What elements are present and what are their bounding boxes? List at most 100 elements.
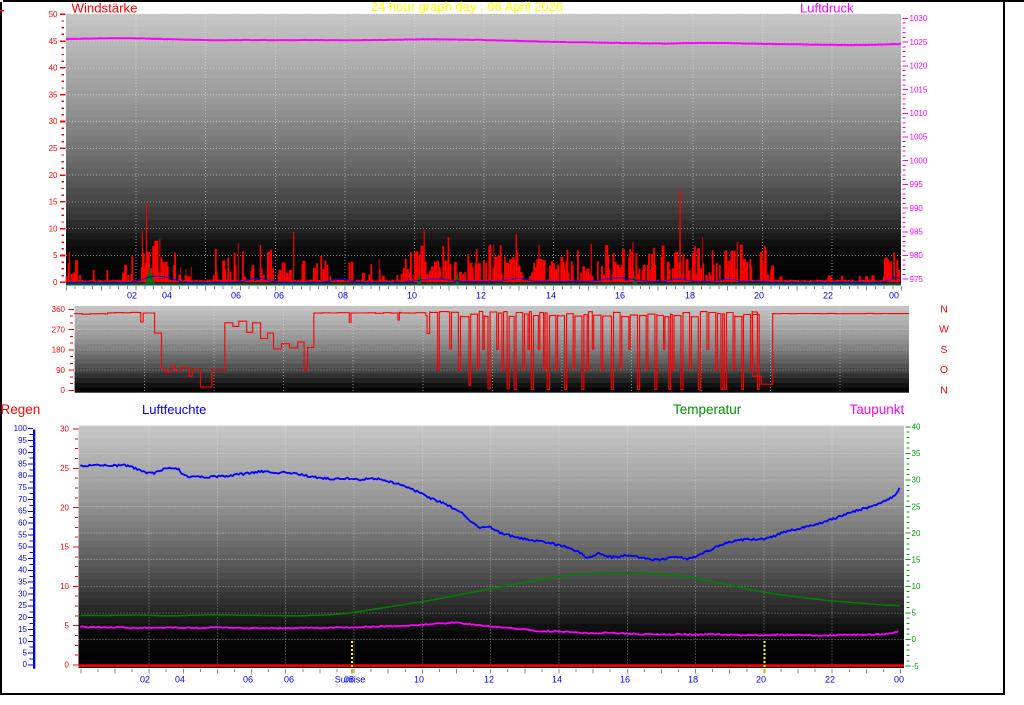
svg-text:15: 15 — [49, 198, 58, 207]
svg-text:980: 980 — [910, 251, 924, 260]
svg-text:04: 04 — [175, 675, 185, 685]
svg-text:75: 75 — [18, 483, 27, 492]
svg-text:10: 10 — [912, 582, 921, 591]
svg-text:60: 60 — [18, 518, 27, 527]
svg-text:25: 25 — [60, 464, 69, 473]
svg-text:95: 95 — [18, 436, 27, 445]
svg-text:35: 35 — [49, 90, 58, 99]
svg-text:Taupunkt: Taupunkt — [850, 402, 905, 417]
svg-text:55: 55 — [18, 530, 27, 539]
svg-text:N: N — [940, 303, 948, 315]
svg-text:06: 06 — [284, 675, 294, 685]
svg-text:100: 100 — [14, 424, 28, 433]
svg-text:1000: 1000 — [910, 156, 928, 165]
svg-text:15: 15 — [60, 543, 69, 552]
svg-text:0: 0 — [53, 278, 58, 287]
svg-text:70: 70 — [18, 495, 27, 504]
svg-text:0: 0 — [65, 661, 70, 670]
svg-text:15: 15 — [912, 555, 921, 564]
svg-text:08: 08 — [338, 290, 348, 300]
svg-text:N: N — [940, 384, 948, 396]
svg-text:270: 270 — [52, 325, 66, 334]
svg-text:35: 35 — [18, 578, 27, 587]
svg-text:5: 5 — [53, 251, 58, 260]
svg-text:0: 0 — [61, 386, 66, 395]
svg-text:90: 90 — [56, 366, 65, 375]
svg-text:Luftdruck: Luftdruck — [800, 1, 854, 16]
svg-text:20: 20 — [60, 503, 69, 512]
svg-text:S: S — [940, 344, 947, 356]
svg-text:30: 30 — [60, 425, 69, 434]
svg-text:O: O — [940, 364, 948, 376]
svg-text:10: 10 — [49, 224, 58, 233]
svg-text:04: 04 — [162, 290, 172, 300]
svg-text:975: 975 — [910, 275, 924, 284]
svg-text:06: 06 — [231, 290, 241, 300]
svg-text:1025: 1025 — [910, 38, 928, 47]
svg-text:995: 995 — [910, 180, 924, 189]
svg-text:5: 5 — [23, 648, 28, 657]
svg-text:16: 16 — [615, 290, 625, 300]
svg-text:W: W — [939, 324, 949, 336]
svg-text:20: 20 — [18, 613, 27, 622]
svg-text:80: 80 — [18, 471, 27, 480]
svg-text:10: 10 — [60, 582, 69, 591]
svg-text:0: 0 — [912, 635, 917, 644]
svg-text:985: 985 — [910, 227, 924, 236]
svg-text:06: 06 — [243, 675, 253, 685]
svg-text:20: 20 — [756, 675, 766, 685]
svg-text:22: 22 — [823, 290, 833, 300]
svg-text:24 hour graph day : 06 April 2: 24 hour graph day : 06 April 2026 — [371, 0, 563, 14]
svg-text:00: 00 — [894, 675, 904, 685]
svg-text:08: 08 — [344, 675, 354, 685]
svg-text:1005: 1005 — [910, 133, 928, 142]
svg-text:12: 12 — [484, 675, 494, 685]
svg-text:40: 40 — [912, 422, 921, 431]
svg-text:50: 50 — [18, 542, 27, 551]
svg-text:0: 0 — [23, 660, 28, 669]
svg-text:40: 40 — [18, 566, 27, 575]
svg-text:Luftfeuchte: Luftfeuchte — [142, 402, 206, 417]
svg-text:30: 30 — [912, 476, 921, 485]
svg-text:90: 90 — [18, 448, 27, 457]
svg-text:20: 20 — [49, 171, 58, 180]
svg-text:12: 12 — [476, 290, 486, 300]
svg-text:1020: 1020 — [910, 62, 928, 71]
svg-text:30: 30 — [49, 117, 58, 126]
svg-text:15: 15 — [18, 625, 27, 634]
svg-text:45: 45 — [18, 554, 27, 563]
svg-text:40: 40 — [49, 64, 58, 73]
svg-text:-5: -5 — [912, 662, 920, 671]
svg-text:45: 45 — [49, 37, 58, 46]
svg-text:20: 20 — [912, 529, 921, 538]
svg-text:1015: 1015 — [910, 85, 928, 94]
svg-text:16: 16 — [620, 675, 630, 685]
svg-text:5: 5 — [912, 609, 917, 618]
svg-text:5: 5 — [65, 621, 70, 630]
svg-text:10: 10 — [18, 637, 27, 646]
svg-text:65: 65 — [18, 507, 27, 516]
svg-text:14: 14 — [546, 290, 556, 300]
svg-text:06: 06 — [274, 290, 284, 300]
svg-text:35: 35 — [912, 449, 921, 458]
svg-text:30: 30 — [18, 589, 27, 598]
svg-text:1010: 1010 — [910, 109, 928, 118]
svg-text:10: 10 — [407, 290, 417, 300]
svg-text:02: 02 — [127, 290, 137, 300]
svg-text:14: 14 — [552, 675, 562, 685]
svg-text:22: 22 — [825, 675, 835, 685]
svg-text:10: 10 — [414, 675, 424, 685]
svg-text:180: 180 — [52, 346, 66, 355]
svg-text:Temperatur: Temperatur — [673, 402, 742, 417]
svg-text:50: 50 — [49, 10, 58, 19]
svg-text:25: 25 — [18, 601, 27, 610]
svg-text:25: 25 — [49, 144, 58, 153]
svg-text:85: 85 — [18, 459, 27, 468]
svg-text:Regen: Regen — [1, 402, 41, 417]
svg-text:02: 02 — [140, 675, 150, 685]
svg-text:18: 18 — [685, 290, 695, 300]
svg-text:990: 990 — [910, 204, 924, 213]
svg-text:25: 25 — [912, 502, 921, 511]
svg-text:Windstärke: Windstärke — [72, 1, 138, 16]
svg-text:1030: 1030 — [910, 14, 928, 23]
